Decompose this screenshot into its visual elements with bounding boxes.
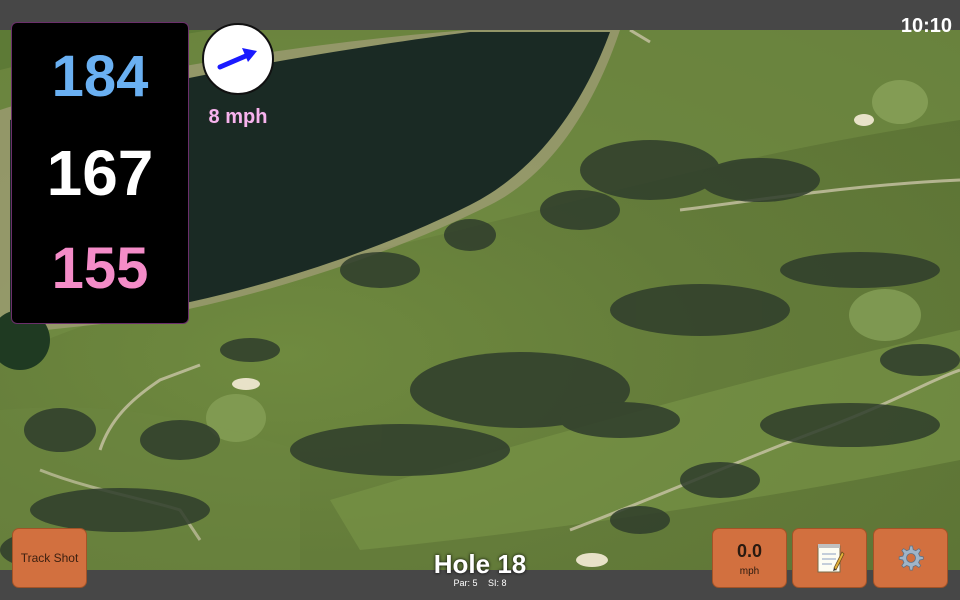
stroke-index-label: SI: 8 bbox=[488, 578, 507, 588]
middle-distance: 167 bbox=[46, 137, 154, 209]
distance-panel: 184 167 155 bbox=[11, 22, 189, 324]
wind-speed-label: 8 mph bbox=[208, 106, 268, 128]
speed-button[interactable]: 0.0 mph bbox=[712, 528, 787, 588]
track-shot-button[interactable]: Track Shot bbox=[12, 528, 87, 588]
notepad-icon bbox=[817, 544, 844, 573]
par-label: Par: 5 bbox=[453, 578, 478, 588]
hole-title: Hole 18 bbox=[433, 549, 527, 579]
speed-unit: mph bbox=[739, 565, 760, 577]
wind-arrow-icon bbox=[217, 48, 257, 70]
track-shot-label: Track Shot bbox=[20, 551, 79, 565]
settings-button[interactable] bbox=[873, 528, 948, 588]
front-distance: 155 bbox=[51, 236, 149, 301]
speed-value: 0.0 bbox=[736, 540, 763, 561]
notes-button[interactable] bbox=[792, 528, 867, 588]
clock-time: 10:10 bbox=[900, 15, 952, 37]
wind-direction-dial[interactable] bbox=[202, 23, 274, 95]
gear-icon bbox=[898, 545, 924, 571]
back-distance: 184 bbox=[51, 44, 149, 109]
hole-info: Par: 5 SI: 8 bbox=[380, 578, 580, 588]
